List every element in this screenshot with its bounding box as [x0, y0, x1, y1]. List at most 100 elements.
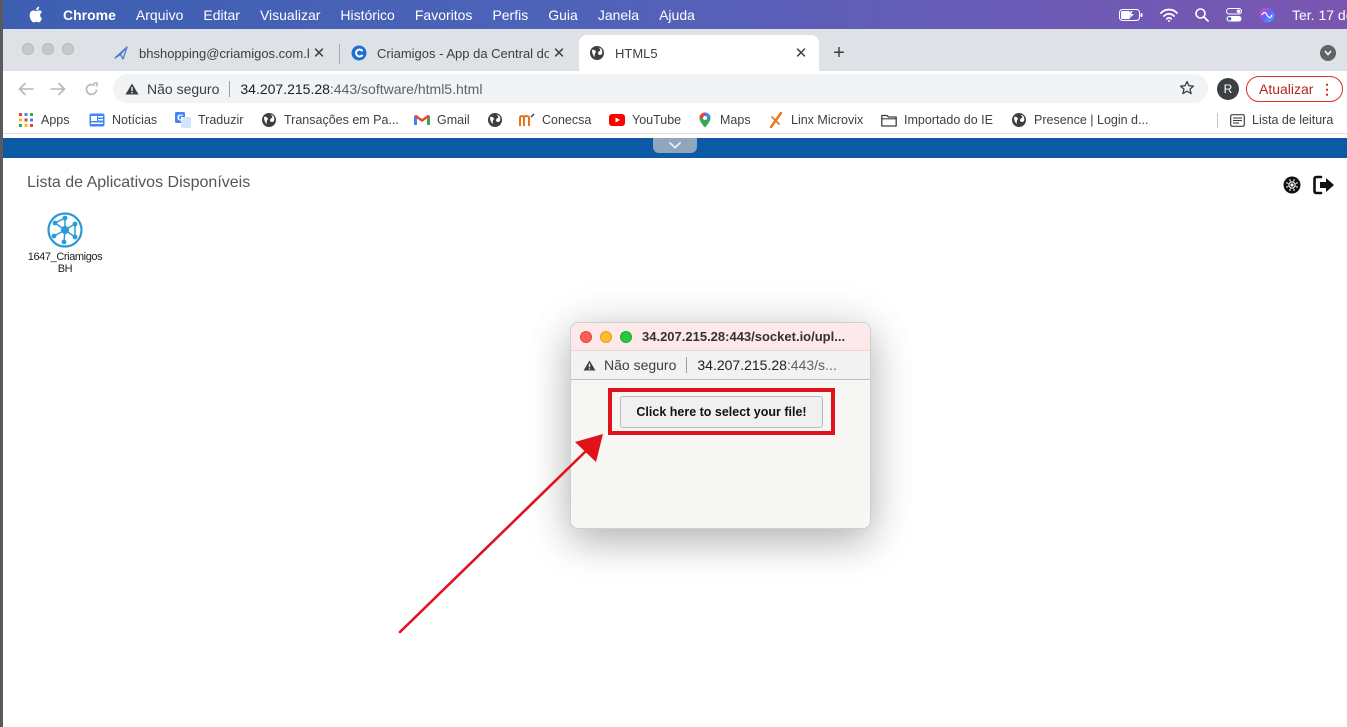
window-minimize-dot[interactable] — [42, 43, 54, 55]
address-separator — [229, 80, 231, 97]
menu-perfis[interactable]: Perfis — [492, 7, 528, 23]
tab-title: bhshopping@criamigos.com.br — [139, 45, 309, 61]
tab-html5[interactable]: HTML5 ✕ — [579, 35, 819, 71]
chevron-down-icon — [669, 142, 681, 149]
menu-ajuda[interactable]: Ajuda — [659, 7, 695, 23]
header-toggle-tab[interactable] — [653, 138, 697, 153]
menu-arquivo[interactable]: Arquivo — [136, 7, 183, 23]
bookmark-transacoes[interactable]: Transações em Pa... — [261, 112, 399, 128]
menu-app-name[interactable]: Chrome — [63, 7, 116, 23]
warning-triangle-icon[interactable] — [583, 359, 596, 371]
criamigos-c-icon — [351, 45, 367, 61]
reading-list-label: Lista de leitura — [1252, 113, 1334, 127]
security-status-label[interactable]: Não seguro — [147, 81, 219, 97]
globe-icon — [1011, 112, 1027, 128]
update-chrome-button[interactable]: Atualizar ⋮ — [1246, 76, 1343, 102]
tab-criamigos[interactable]: Criamigos - App da Central do ✕ — [341, 35, 575, 71]
tab-search-chevron-icon[interactable] — [1320, 45, 1336, 61]
bookmark-label: Maps — [720, 113, 751, 127]
bookmark-noticias[interactable]: Notícias — [89, 112, 157, 128]
popup-url-path: :443/s... — [786, 357, 837, 373]
menu-historico[interactable]: Histórico — [340, 7, 394, 23]
reload-icon[interactable] — [80, 78, 102, 100]
bookmark-conecsa[interactable]: Conecsa — [519, 112, 591, 128]
apple-logo-icon[interactable] — [25, 5, 45, 25]
warning-triangle-icon[interactable] — [125, 83, 139, 95]
bookmark-label: YouTube — [632, 113, 682, 127]
menu-bar-clock[interactable]: Ter. 17 de — [1292, 7, 1347, 23]
reading-list-icon — [1229, 112, 1245, 128]
menu-visualizar[interactable]: Visualizar — [260, 7, 320, 23]
bookmarks-bar: Apps Notícias G Traduzir Transações em P… — [3, 106, 1347, 134]
page-title: Lista de Aplicativos Disponíveis — [27, 174, 251, 191]
macos-menu-bar: Chrome Arquivo Editar Visualizar Históri… — [3, 0, 1347, 29]
menu-janela[interactable]: Janela — [598, 7, 639, 23]
browser-tab-strip: bhshopping@criamigos.com.br ✕ Criamigos … — [3, 29, 1347, 71]
address-bar[interactable]: Não seguro 34.207.215.28:443/software/ht… — [113, 74, 1208, 103]
globe-icon — [487, 112, 503, 128]
bookmark-label: Importado do IE — [904, 113, 993, 127]
tab-close-icon[interactable]: ✕ — [549, 43, 569, 63]
tab-close-icon[interactable]: ✕ — [309, 43, 329, 63]
forward-arrow-icon[interactable] — [47, 78, 69, 100]
bookmark-label: Traduzir — [198, 113, 244, 127]
network-app-icon — [47, 212, 83, 248]
maps-pin-icon — [697, 112, 713, 128]
bookmark-apps[interactable]: Apps — [18, 112, 70, 128]
gmail-icon — [414, 112, 430, 128]
reading-list-button[interactable]: Lista de leitura — [1229, 112, 1333, 128]
menu-editar[interactable]: Editar — [203, 7, 240, 23]
window-zoom-dot[interactable] — [62, 43, 74, 55]
folder-icon — [881, 112, 897, 128]
window-close-dot[interactable] — [22, 43, 34, 55]
gear-icon[interactable] — [1281, 174, 1303, 196]
menu-favoritos[interactable]: Favoritos — [415, 7, 473, 23]
bookmark-importado-ie[interactable]: Importado do IE — [881, 112, 993, 128]
bookmark-gmail[interactable]: Gmail — [414, 112, 470, 128]
bookmark-label: Notícias — [112, 113, 158, 127]
wifi-icon[interactable] — [1160, 8, 1178, 22]
new-tab-plus-icon[interactable]: + — [827, 41, 851, 65]
bookmark-label: Conecsa — [542, 113, 592, 127]
menu-guia[interactable]: Guia — [548, 7, 578, 23]
bookmark-traduzir[interactable]: G Traduzir — [175, 112, 243, 128]
spotlight-search-icon[interactable] — [1195, 7, 1209, 22]
profile-avatar[interactable]: R — [1217, 78, 1239, 100]
bookmark-label: Presence | Login d... — [1034, 113, 1149, 127]
tab-close-icon[interactable]: ✕ — [791, 43, 811, 63]
translate-icon: G — [175, 112, 191, 128]
bookmark-globe[interactable] — [487, 112, 510, 128]
back-arrow-icon[interactable] — [15, 78, 37, 100]
globe-icon — [261, 112, 277, 128]
control-center-icon[interactable] — [1226, 7, 1242, 22]
update-button-label: Atualizar — [1259, 81, 1314, 97]
news-icon — [89, 112, 105, 128]
youtube-icon — [609, 112, 625, 128]
popup-security-label[interactable]: Não seguro — [604, 357, 676, 373]
popup-close-dot[interactable] — [580, 330, 592, 343]
bookmark-star-icon[interactable] — [1178, 79, 1196, 97]
app-tile-criamigosbh[interactable]: 1647_CriamigosBH — [25, 212, 105, 275]
bookmark-label: Linx Microvix — [791, 113, 864, 127]
annotation-highlight-box — [608, 388, 835, 435]
tab-title: Criamigos - App da Central do — [377, 45, 549, 61]
battery-icon[interactable] — [1119, 8, 1143, 21]
tab-bhshopping[interactable]: bhshopping@criamigos.com.br ✕ — [103, 35, 335, 71]
bookmark-youtube[interactable]: YouTube — [609, 112, 681, 128]
bookmark-linx-microvix[interactable]: Linx Microvix — [768, 112, 863, 128]
kebab-menu-icon[interactable]: ⋮ — [1320, 81, 1334, 97]
bookmark-presence[interactable]: Presence | Login d... — [1011, 112, 1148, 128]
logout-icon[interactable] — [1313, 174, 1335, 196]
popup-title-bar: 34.207.215.28:443/socket.io/upl... — [571, 323, 870, 351]
popup-address-bar: Não seguro 34.207.215.28:443/s... — [571, 351, 870, 380]
browser-toolbar: Não seguro 34.207.215.28:443/software/ht… — [3, 71, 1347, 106]
conecsa-icon — [519, 112, 535, 128]
apps-grid-icon — [18, 112, 34, 128]
bookmarks-separator — [1217, 113, 1218, 128]
bookmark-maps[interactable]: Maps — [697, 112, 751, 128]
globe-icon — [589, 45, 605, 61]
bookmark-label: Apps — [41, 113, 70, 127]
popup-minimize-dot[interactable] — [600, 330, 612, 343]
popup-zoom-dot[interactable] — [620, 330, 632, 343]
siri-icon[interactable] — [1259, 7, 1275, 23]
